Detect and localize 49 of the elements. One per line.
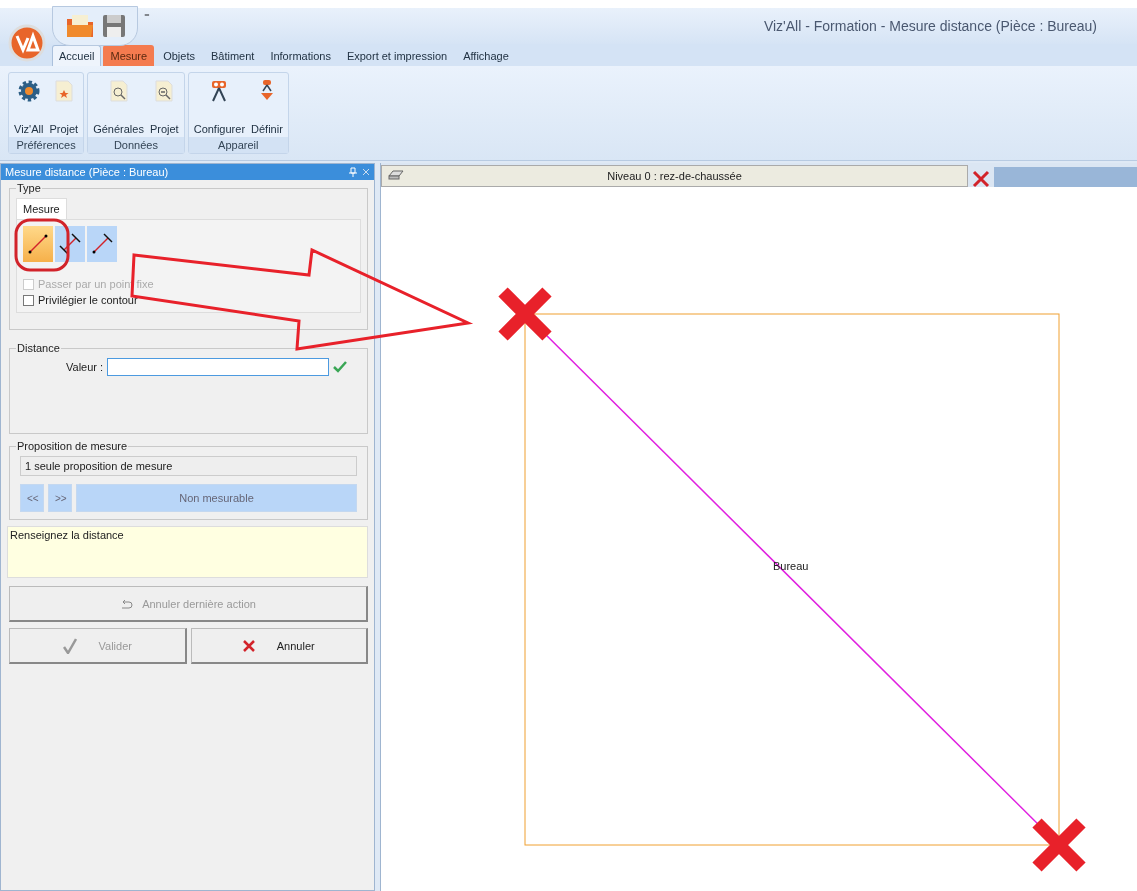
check-icon[interactable]: [333, 361, 348, 373]
ribbon-tab[interactable]: Bâtiment: [203, 45, 262, 66]
ribbon-tab[interactable]: Accueil: [52, 45, 102, 66]
ribbon-tab[interactable]: Affichage: [456, 45, 516, 66]
perpendicular-end-icon: [90, 232, 114, 256]
save-icon[interactable]: [101, 13, 127, 39]
ribbon-button[interactable]: Générales: [93, 123, 144, 135]
tab[interactable]: Mesure: [16, 198, 67, 219]
segment-icon: [26, 232, 50, 256]
tool-button[interactable]: [87, 226, 117, 262]
group-label: Préférences: [9, 137, 84, 153]
message-box: Renseignez la distance: [7, 526, 368, 578]
group-label: Données: [88, 137, 184, 153]
group-legend: Distance: [16, 342, 61, 354]
ribbon-tab[interactable]: Mesure: [103, 45, 155, 66]
customize-quick-access-icon[interactable]: ⁼: [144, 10, 150, 23]
field-label: Valeur :: [66, 361, 104, 373]
group-legend: Proposition de mesure: [16, 440, 129, 452]
ribbon-tab[interactable]: Objets: [156, 45, 202, 66]
ribbon-button[interactable]: Configurer: [193, 123, 246, 135]
cross-icon: [242, 639, 255, 652]
ribbon-tab[interactable]: Export et impression: [339, 45, 455, 66]
pin-icon[interactable]: [349, 167, 357, 177]
previous-button[interactable]: <<: [20, 484, 44, 512]
input-field[interactable]: [107, 358, 330, 376]
cancel-button[interactable]: Annuler: [190, 628, 368, 664]
perpendicular-segment-icon: [58, 232, 82, 256]
close-icon[interactable]: [362, 168, 370, 176]
result-button[interactable]: Non mesurable: [76, 484, 357, 512]
ribbon-button[interactable]: Projet: [149, 123, 179, 135]
close-tab-icon[interactable]: [972, 170, 990, 188]
folder-icon[interactable]: [65, 13, 95, 39]
undo-icon: [120, 597, 135, 610]
level-tab[interactable]: Niveau 0 : rez-de-chaussée: [381, 165, 968, 187]
ribbon-button[interactable]: Définir: [251, 123, 283, 135]
checkbox-option[interactable]: Privilégier le contour: [23, 294, 354, 306]
panel-title: Mesure distance (Pièce : Bureau): [5, 166, 169, 178]
tool-button[interactable]: [23, 226, 53, 262]
group-label: Appareil: [188, 137, 288, 153]
ribbon-button[interactable]: Viz'All: [14, 123, 44, 135]
window-title: Viz'All - Formation - Mesure distance (Pièce : Bureau): [763, 18, 1097, 34]
checkmark-icon: [62, 637, 77, 654]
ribbon-button[interactable]: Projet: [49, 123, 79, 135]
gear-icon: [16, 79, 41, 103]
ribbon-tab[interactable]: Informations: [263, 45, 338, 66]
group-legend: Type: [16, 182, 42, 194]
proposition-text: 1 seule proposition de mesure: [20, 456, 357, 476]
floor-icon: [388, 170, 404, 180]
next-button[interactable]: >>: [48, 484, 72, 512]
